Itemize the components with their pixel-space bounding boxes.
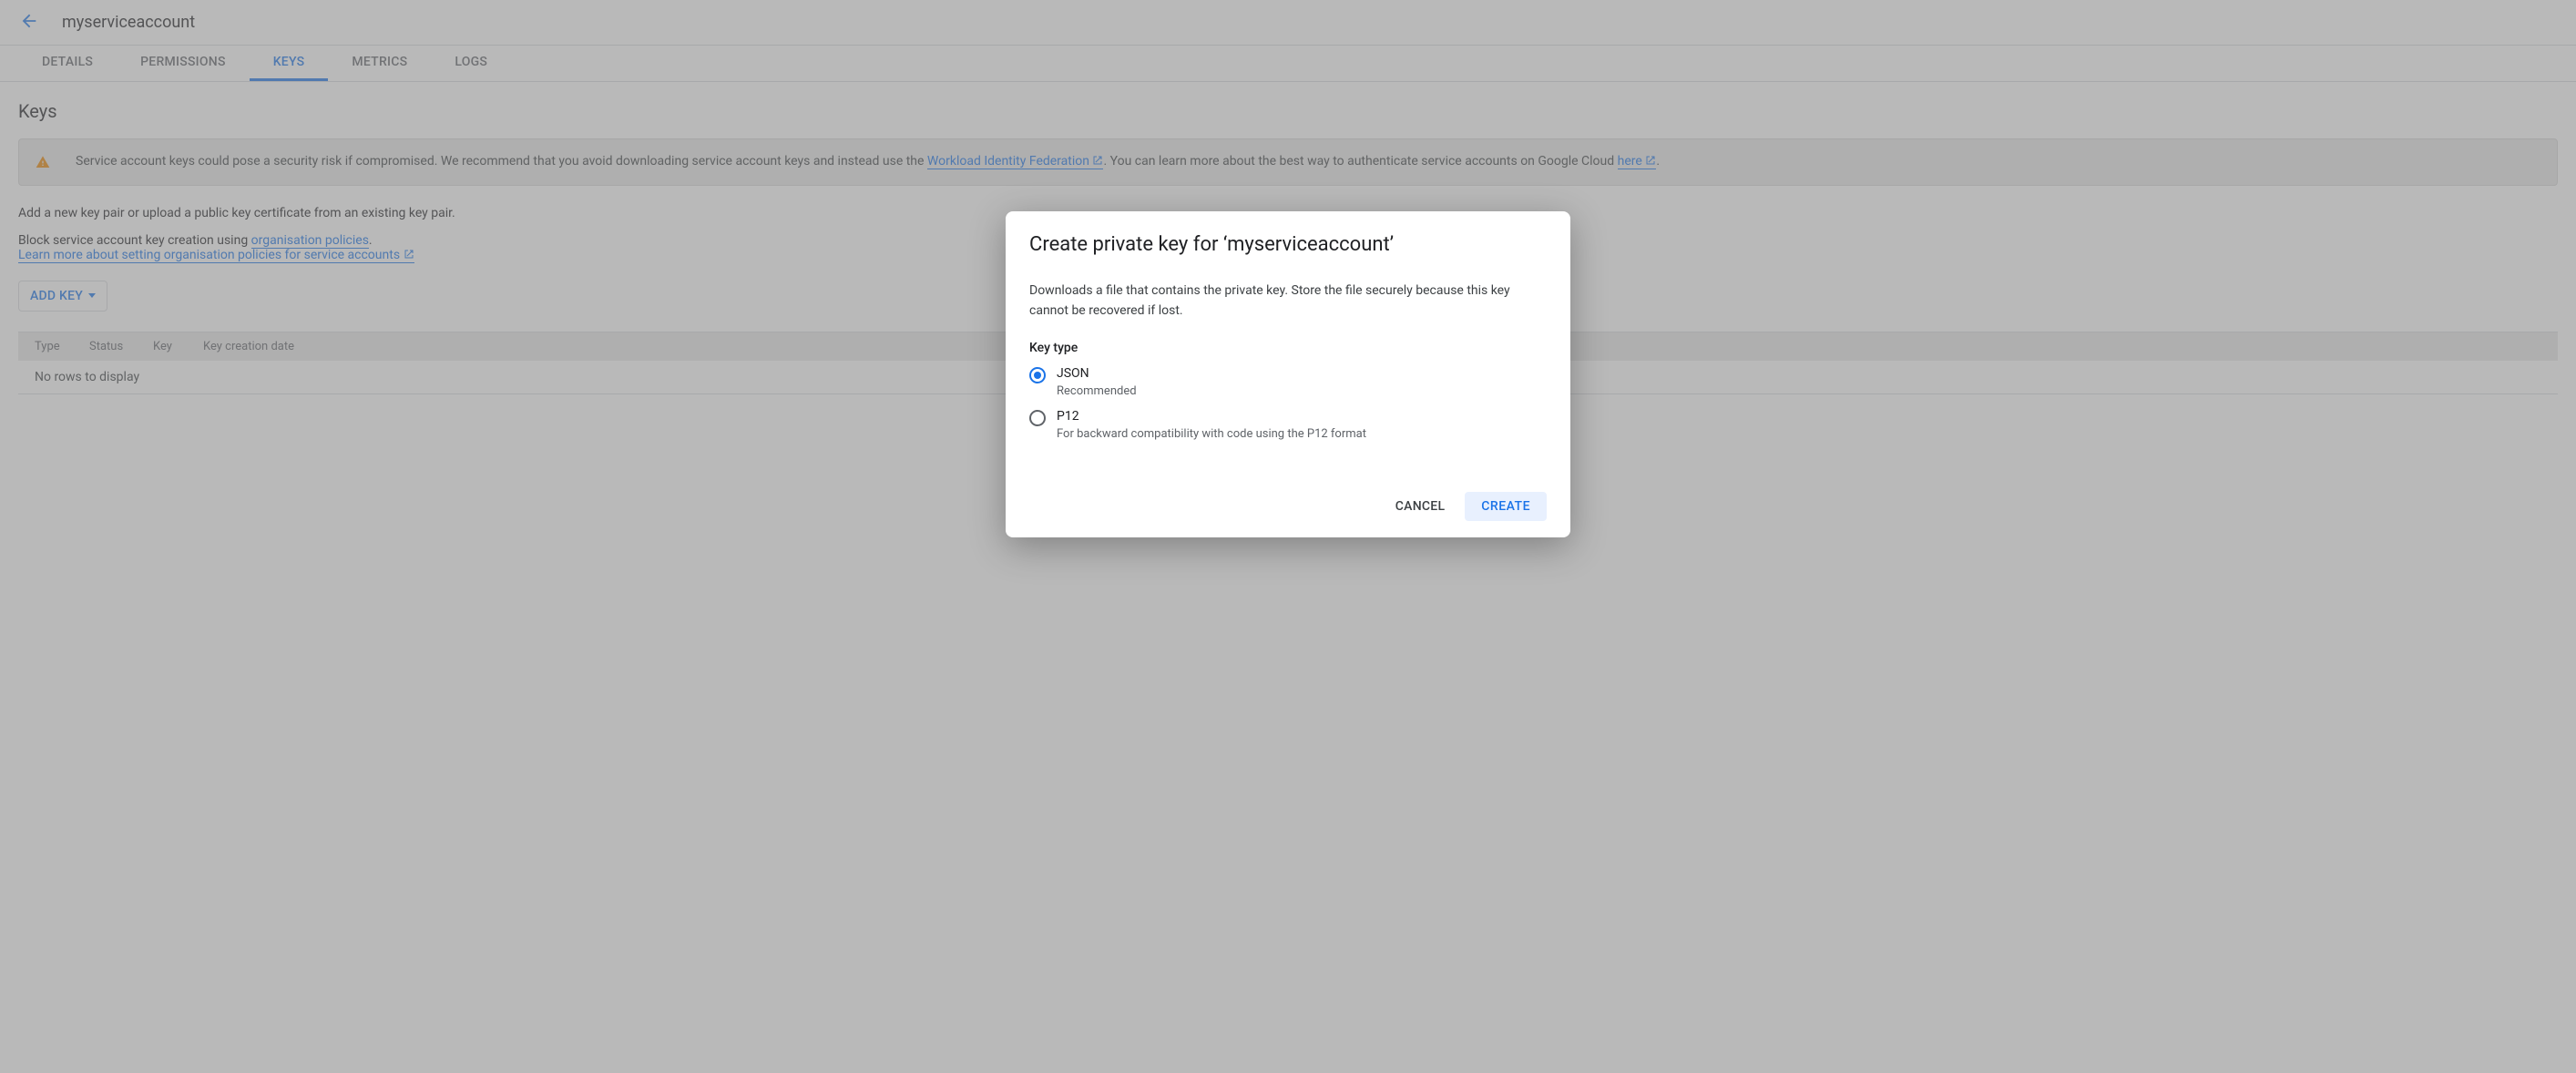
radio-inner-dot: [1034, 372, 1041, 379]
radio-option-json[interactable]: JSON Recommended: [1029, 363, 1547, 405]
radio-option-p12[interactable]: P12 For backward compatibility with code…: [1029, 405, 1547, 448]
radio-label: JSON: [1057, 366, 1137, 381]
radio-button-icon: [1029, 367, 1046, 383]
modal-scrim[interactable]: Create private key for ‘myserviceaccount…: [0, 0, 2576, 1073]
radio-label: P12: [1057, 409, 1366, 424]
key-type-label: Key type: [1029, 341, 1547, 355]
cancel-button[interactable]: CANCEL: [1383, 492, 1457, 521]
create-button[interactable]: CREATE: [1465, 492, 1547, 521]
radio-text-group: JSON Recommended: [1057, 366, 1137, 398]
radio-sublabel: For backward compatibility with code usi…: [1057, 427, 1366, 441]
dialog-description: Downloads a file that contains the priva…: [1029, 281, 1547, 321]
create-key-dialog: Create private key for ‘myserviceaccount…: [1006, 211, 1570, 537]
radio-button-icon: [1029, 410, 1046, 426]
dialog-actions: CANCEL CREATE: [1029, 492, 1547, 521]
radio-text-group: P12 For backward compatibility with code…: [1057, 409, 1366, 441]
radio-sublabel: Recommended: [1057, 384, 1137, 398]
dialog-title: Create private key for ‘myserviceaccount…: [1029, 233, 1547, 256]
